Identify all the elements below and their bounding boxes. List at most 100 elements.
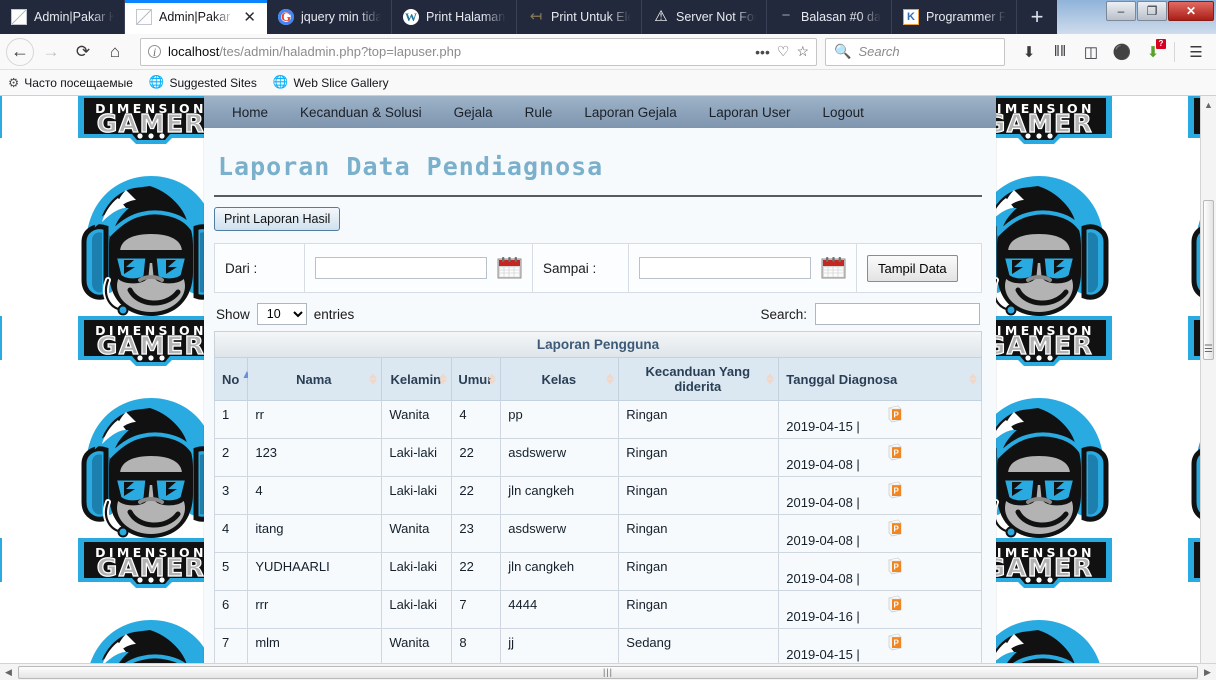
- library-icon[interactable]: ‖‖: [1046, 38, 1074, 66]
- export-pdf-icon[interactable]: P: [887, 519, 903, 537]
- bookmark-item-suggested-sites[interactable]: 🌐 Suggested Sites: [149, 75, 257, 90]
- pocket-icon[interactable]: ♡: [777, 43, 790, 60]
- search-label: Search:: [760, 306, 807, 322]
- cell-nama: rr: [247, 400, 383, 439]
- downloads-icon[interactable]: ⬇: [1015, 38, 1043, 66]
- back-icon[interactable]: ←: [6, 37, 34, 66]
- cell-kecanduan: Ringan: [618, 400, 780, 439]
- extension-download-icon[interactable]: ⬇ ?: [1139, 38, 1167, 66]
- toolbar-icons: ⬇ ‖‖ ◫ ⚫ ⬇ ? ☰: [1015, 38, 1210, 66]
- vertical-scrollbar[interactable]: ▲ ☰: [1200, 96, 1216, 680]
- tab-title: jquery min tidak: [301, 10, 381, 24]
- export-pdf-icon[interactable]: P: [887, 481, 903, 499]
- cell-nama: YUDHAARLI: [247, 552, 383, 591]
- column-header-nama[interactable]: Nama: [247, 357, 383, 401]
- new-tab-button[interactable]: +: [1017, 0, 1057, 34]
- scroll-thumb-grip: ☰: [1204, 344, 1213, 355]
- date-from-input[interactable]: [315, 257, 487, 279]
- browser-tab-active[interactable]: Admin|Pakar ✕: [125, 0, 267, 34]
- export-pdf-icon[interactable]: P: [887, 443, 903, 461]
- table-body: 1 rr Wanita 4 pp Ringan 2019-04-15 | P 2 123 Laki-…: [213, 400, 982, 672]
- browser-tab[interactable]: W Print Halaman d: [392, 0, 517, 34]
- browser-tab[interactable]: ⚠ Server Not Foun: [642, 0, 767, 34]
- cell-kecanduan: Sedang: [618, 628, 780, 667]
- close-tab-icon[interactable]: ✕: [242, 10, 257, 25]
- table-row: 1 rr Wanita 4 pp Ringan 2019-04-15 | P: [213, 400, 982, 439]
- restore-button[interactable]: ❐: [1137, 1, 1167, 21]
- cell-kelas: pp: [500, 400, 620, 439]
- cell-kelamin: Laki-laki: [381, 552, 453, 591]
- sort-indicator: [969, 373, 977, 385]
- nav-item-logout[interactable]: Logout: [807, 105, 880, 120]
- url-host: localhost: [168, 44, 220, 59]
- scroll-left-arrow-icon[interactable]: ◀: [0, 667, 17, 678]
- url-text: localhost/tes/admin/haladmin.php?top=lap…: [168, 44, 748, 59]
- minimize-button[interactable]: –: [1106, 1, 1136, 21]
- table-row: 7 mlm Wanita 8 jj Sedang 2019-04-15 | P: [213, 628, 982, 667]
- export-pdf-icon[interactable]: P: [887, 633, 903, 651]
- column-header-umur[interactable]: Umur: [451, 357, 502, 401]
- close-window-button[interactable]: ✕: [1168, 1, 1214, 21]
- reload-icon[interactable]: ⟳: [68, 37, 98, 67]
- vertical-scroll-thumb[interactable]: ☰: [1203, 200, 1214, 360]
- cell-umur: 22: [451, 438, 502, 477]
- nav-item-kecanduan-solusi[interactable]: Kecanduan & Solusi: [284, 105, 438, 120]
- from-label: Dari :: [225, 260, 258, 276]
- bookmark-item-frequently-visited[interactable]: ⚙ Часто посещаемые: [8, 75, 133, 91]
- cell-kelamin: Wanita: [381, 628, 453, 667]
- nav-item-rule[interactable]: Rule: [509, 105, 569, 120]
- column-header-tanggal[interactable]: Tanggal Diagnosa: [778, 357, 982, 401]
- column-header-kelamin[interactable]: Kelamin: [381, 357, 453, 401]
- tab-strip-filler: [1057, 0, 1105, 34]
- browser-tab[interactable]: − Balasan #0 dari: [767, 0, 892, 34]
- menu-icon[interactable]: ☰: [1182, 38, 1210, 66]
- svg-text:P: P: [894, 525, 900, 534]
- page-length-select[interactable]: 102550100: [256, 303, 307, 325]
- nav-item-laporan-gejala[interactable]: Laporan Gejala: [568, 105, 692, 120]
- export-pdf-icon[interactable]: P: [887, 595, 903, 613]
- forward-icon[interactable]: →: [36, 37, 66, 67]
- horizontal-scrollbar[interactable]: ◀ ||| ▶: [0, 663, 1216, 680]
- home-icon[interactable]: ⌂: [100, 37, 130, 67]
- cell-tanggal: 2019-04-15 | P: [778, 400, 982, 439]
- horizontal-scroll-thumb[interactable]: |||: [18, 665, 1198, 679]
- calendar-icon[interactable]: [497, 256, 522, 280]
- calendar-icon[interactable]: [821, 256, 846, 280]
- tampil-data-button[interactable]: Tampil Data: [867, 254, 958, 282]
- diagnosis-date: 2019-04-15 |: [786, 647, 860, 662]
- export-pdf-icon[interactable]: P: [887, 405, 903, 423]
- table-head: No ▲ Nama Kelamin: [213, 357, 982, 401]
- column-header-kecanduan[interactable]: Kecanduan Yang diderita: [618, 357, 780, 401]
- gear-icon: ⚙: [8, 76, 20, 90]
- account-icon[interactable]: ⚫: [1108, 38, 1136, 66]
- browser-tab[interactable]: G jquery min tidak: [267, 0, 392, 34]
- cell-no: 7: [213, 628, 249, 667]
- browser-tab[interactable]: Admin|Pakar Ke: [0, 0, 125, 34]
- site-info-icon[interactable]: i: [148, 45, 161, 58]
- scroll-up-arrow-icon[interactable]: ▲: [1201, 96, 1216, 113]
- nav-item-laporan-user[interactable]: Laporan User: [693, 105, 807, 120]
- bookmark-item-web-slice-gallery[interactable]: 🌐 Web Slice Gallery: [273, 75, 389, 90]
- url-bar[interactable]: i localhost/tes/admin/haladmin.php?top=l…: [140, 37, 817, 66]
- warning-icon: ⚠: [654, 8, 668, 25]
- browser-tab[interactable]: K Programmer For: [892, 0, 1017, 34]
- nav-item-home[interactable]: Home: [216, 105, 284, 120]
- scroll-right-arrow-icon[interactable]: ▶: [1199, 667, 1216, 678]
- bookmarks-toolbar: ⚙ Часто посещаемые 🌐 Suggested Sites 🌐 W…: [0, 70, 1216, 96]
- column-header-no[interactable]: No ▲: [213, 357, 253, 401]
- cell-tanggal: 2019-04-08 | P: [778, 552, 982, 591]
- from-input-cell: [305, 244, 533, 292]
- browser-search-bar[interactable]: 🔍 Search: [825, 37, 1005, 66]
- export-pdf-icon[interactable]: P: [887, 557, 903, 575]
- date-to-input[interactable]: [639, 257, 811, 279]
- bookmark-star-icon[interactable]: ☆: [796, 43, 809, 60]
- print-report-button[interactable]: Print Laporan Hasil: [214, 207, 341, 231]
- page-actions-icon[interactable]: •••: [755, 44, 770, 60]
- nav-item-gejala[interactable]: Gejala: [438, 105, 509, 120]
- tab-title: Admin|Pakar Ke: [34, 10, 114, 24]
- cell-kelas: asdswerw: [500, 514, 620, 553]
- column-header-kelas[interactable]: Kelas: [500, 357, 620, 401]
- table-search-input[interactable]: [815, 303, 980, 325]
- browser-tab[interactable]: ↤ Print Untuk Elem: [517, 0, 642, 34]
- sidebar-icon[interactable]: ◫: [1077, 38, 1105, 66]
